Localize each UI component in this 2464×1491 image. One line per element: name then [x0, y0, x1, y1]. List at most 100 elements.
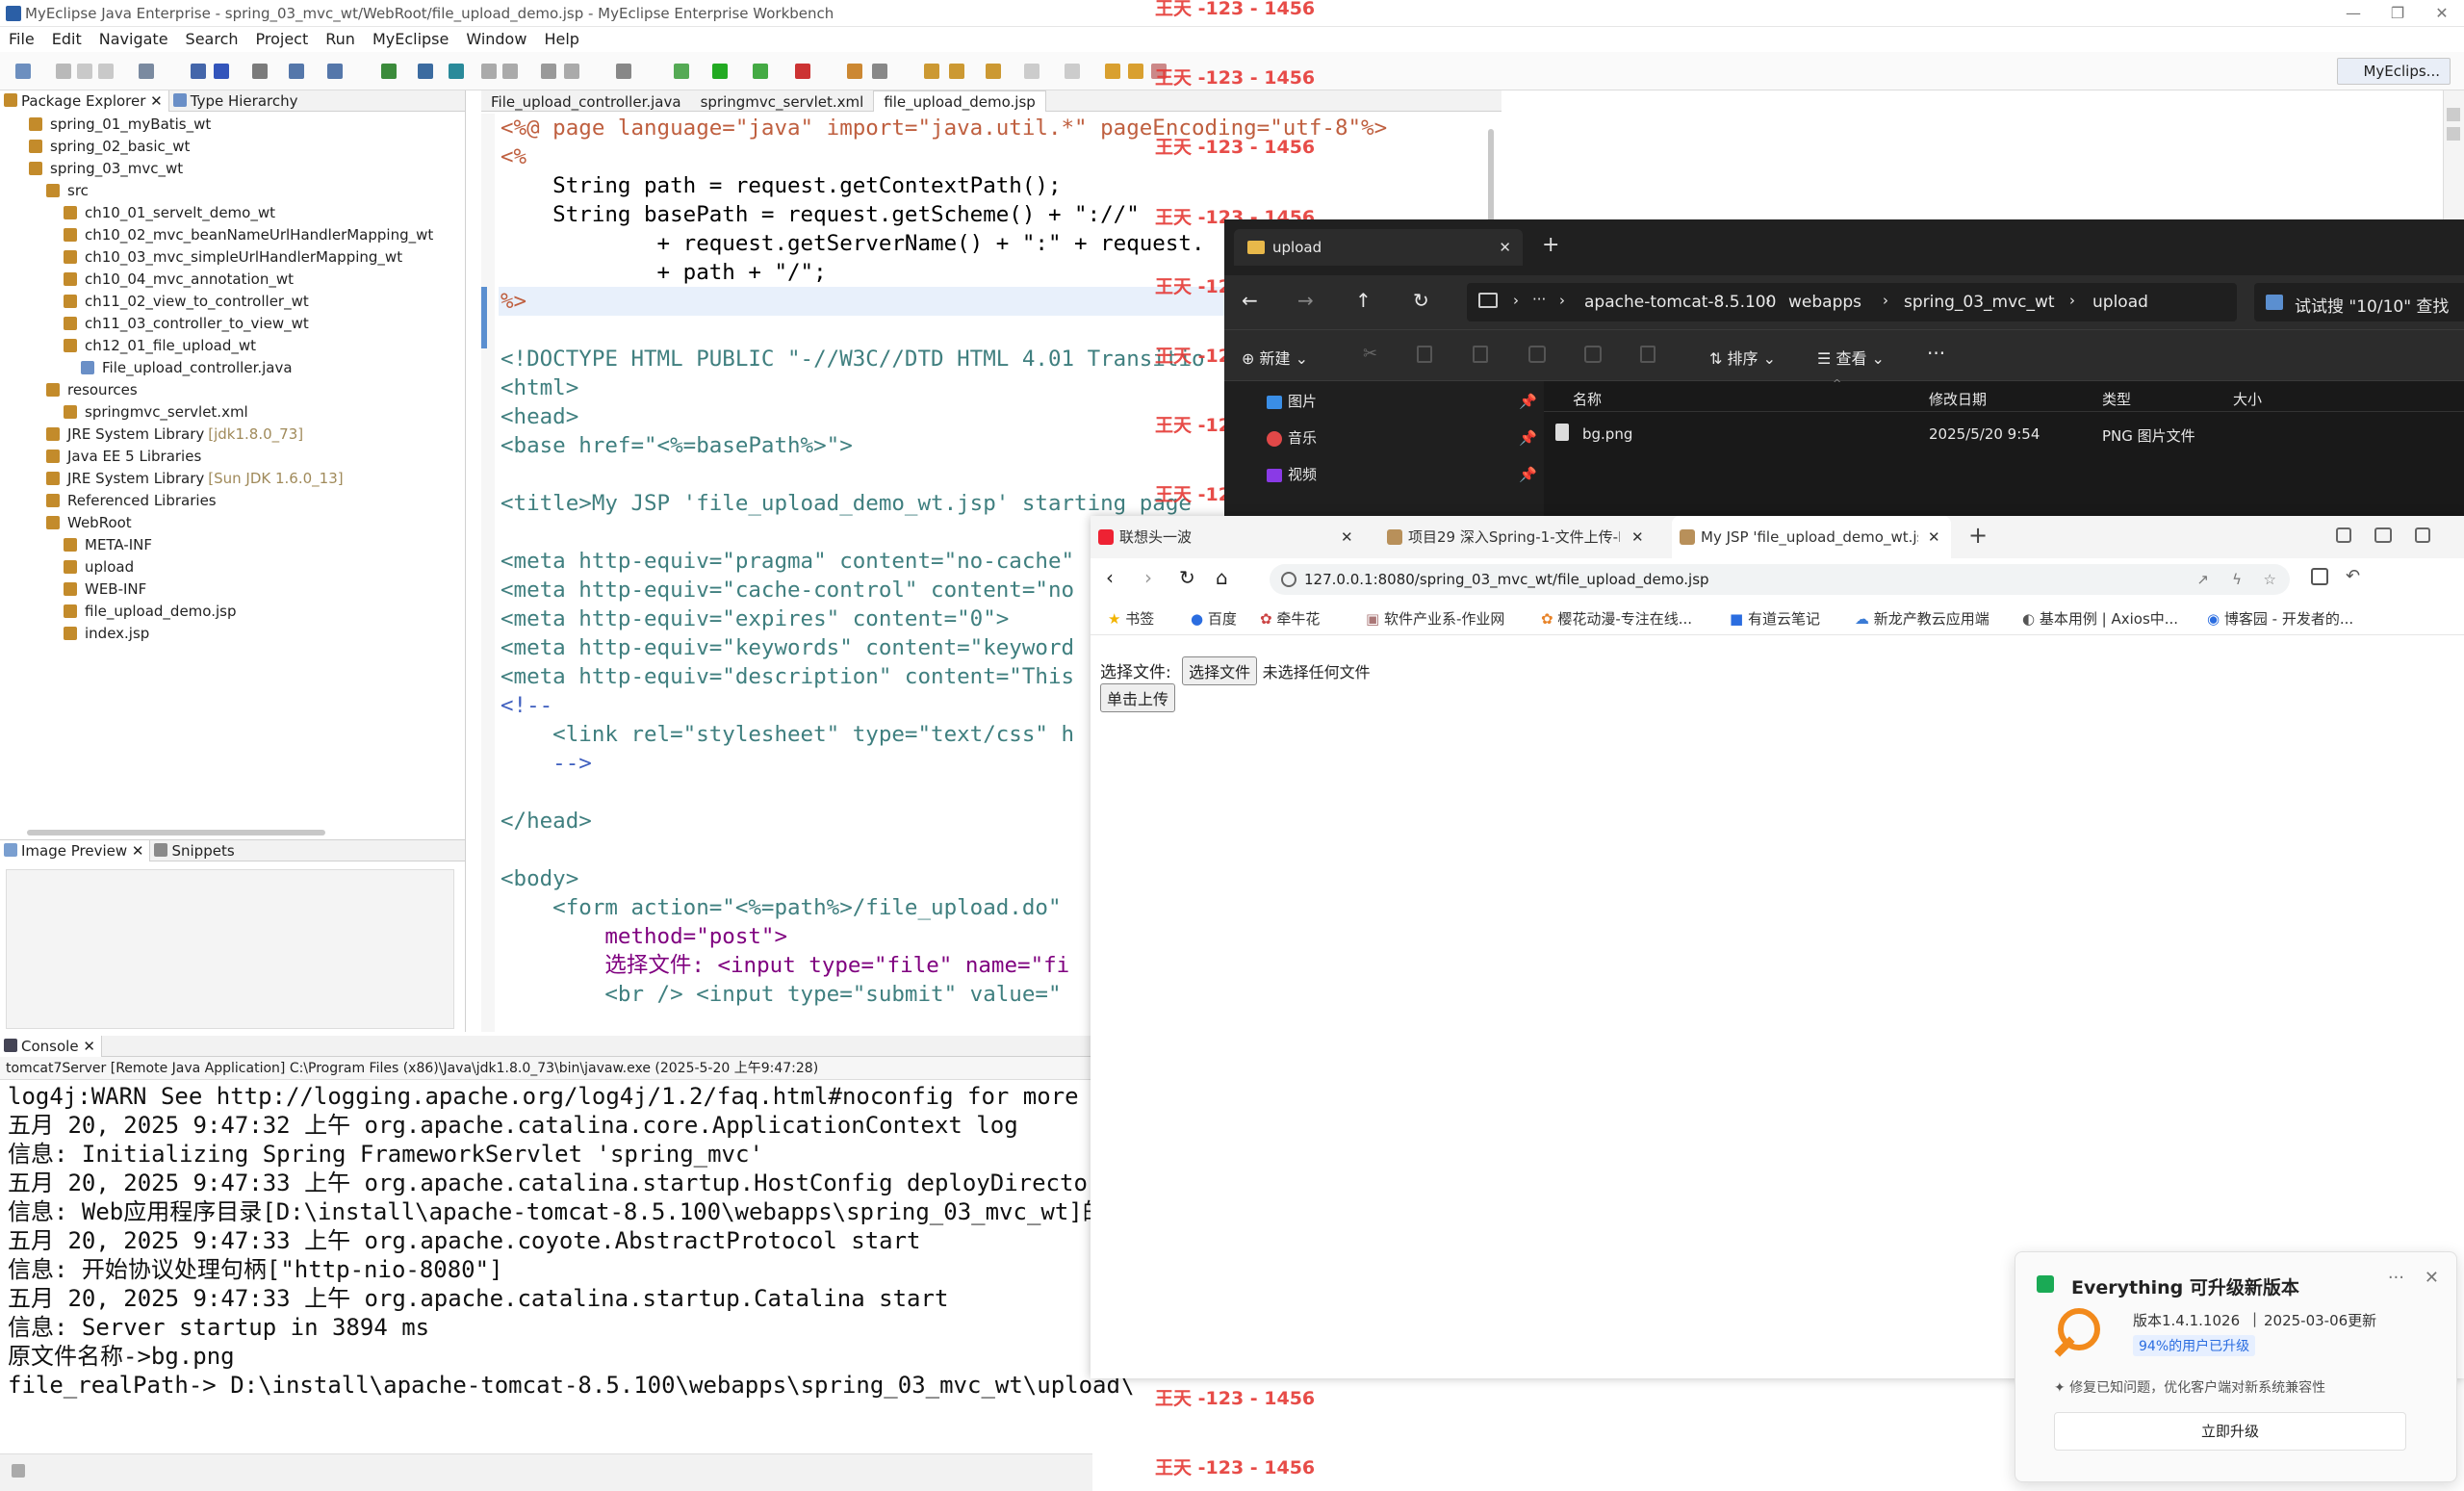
bookmark-homework[interactable]: ▣ 软件产业系-作业网	[1366, 608, 1504, 629]
undo-icon[interactable]: ↶	[2346, 566, 2360, 586]
browser-tab-2[interactable]: 项目29 深入Spring-1-文件上传-I ✕	[1379, 516, 1658, 558]
delete-icon[interactable]	[1640, 346, 1656, 363]
search-box[interactable]: 试试搜 "10/10" 查找	[2254, 283, 2464, 321]
annotation-icon[interactable]	[1024, 64, 1040, 79]
tab-close-icon[interactable]: ✕	[1928, 516, 1940, 558]
crumb-webapps[interactable]: webapps	[1788, 293, 1861, 312]
profile-icon[interactable]	[753, 64, 768, 79]
tree-item[interactable]: File_upload_controller.java	[0, 357, 465, 379]
tab-console[interactable]: Console ✕	[0, 1036, 102, 1057]
tree-item[interactable]: JRE System Library [jdk1.8.0_73]	[0, 424, 465, 446]
menu-edit[interactable]: Edit	[43, 27, 90, 52]
file-row[interactable]: bg.png 2025/5/20 9:54 PNG 图片文件	[1544, 420, 2464, 449]
col-date[interactable]: 修改日期	[1929, 389, 1987, 409]
debug-icon[interactable]	[674, 64, 689, 79]
col-name[interactable]: 名称	[1573, 389, 1602, 409]
tree-item[interactable]: ch10_01_servelt_demo_wt	[0, 202, 465, 224]
nav-item-music[interactable]: 音乐	[1267, 427, 1317, 448]
sort-button[interactable]: ⇅ 排序 ⌄	[1709, 346, 1776, 369]
outline-icon[interactable]	[2447, 127, 2460, 141]
nav-item-videos[interactable]: 视频	[1267, 464, 1317, 484]
back-icon[interactable]	[1105, 64, 1120, 79]
col-size[interactable]: 大小	[2233, 389, 2262, 409]
globe-icon[interactable]	[449, 64, 464, 79]
tree-item[interactable]: springmvc_servlet.xml	[0, 401, 465, 424]
more-icon[interactable]: ···	[2388, 1268, 2404, 1288]
search-icon[interactable]	[252, 64, 268, 79]
tree-item[interactable]: ch10_03_mvc_simpleUrlHandlerMapping_wt	[0, 246, 465, 269]
new-icon[interactable]	[15, 64, 31, 79]
tree-item[interactable]: WEB-INF	[0, 578, 465, 601]
server-start-icon[interactable]	[847, 64, 862, 79]
tree-item[interactable]: ch10_02_mvc_beanNameUrlHandlerMapping_wt	[0, 224, 465, 246]
refresh-icon[interactable]: ↻	[1413, 289, 1429, 312]
tree-item[interactable]: WebRoot	[0, 512, 465, 534]
deploy-icon[interactable]	[214, 64, 229, 79]
reload-icon[interactable]: ↻	[1179, 566, 1195, 589]
breadcrumb[interactable]: › ··· › apache-tomcat-8.5.100 › webapps …	[1467, 283, 2237, 321]
maximize-icon[interactable]: ❐	[2375, 0, 2420, 27]
layout-icon[interactable]	[541, 64, 556, 79]
up-arrow-icon[interactable]: ↑	[1355, 289, 1372, 312]
console-output[interactable]: log4j:WARN See http://logging.apache.org…	[8, 1082, 1134, 1400]
tree-item[interactable]: spring_03_mvc_wt	[0, 158, 465, 180]
bookmark-xinlong[interactable]: ☁ 新龙产教云应用端	[1855, 608, 1989, 629]
pin-icon[interactable]: 📌	[1519, 393, 1537, 410]
tree-item[interactable]: ch11_02_view_to_controller_wt	[0, 291, 465, 313]
bookmark-axios[interactable]: ◐ 基本用例 | Axios中...	[2022, 608, 2178, 629]
browser-tab-active[interactable]: My JSP 'file_upload_demo_wt.js ✕	[1672, 516, 1951, 558]
print-icon[interactable]	[98, 64, 114, 79]
open-folder-icon[interactable]	[924, 64, 939, 79]
more-icon[interactable]: ···	[1532, 291, 1546, 308]
col-type[interactable]: 类型	[2102, 389, 2131, 409]
file-explorer-tab[interactable]: upload ✕	[1234, 229, 1523, 266]
view-button[interactable]: ☰ 查看 ⌄	[1817, 346, 1885, 369]
lightning-icon[interactable]: ϟ	[2232, 564, 2242, 595]
tree-item[interactable]: JRE System Library [Sun JDK 1.6.0_13]	[0, 468, 465, 490]
pencil-icon[interactable]	[949, 64, 964, 79]
tree-item[interactable]: Java EE 5 Libraries	[0, 446, 465, 468]
tree-item[interactable]: ch12_01_file_upload_wt	[0, 335, 465, 357]
editor-tab-controller[interactable]: File_upload_controller.java	[481, 91, 691, 113]
crumb-upload[interactable]: upload	[2092, 293, 2148, 312]
browser-tab-1[interactable]: 联想头一波 ✕	[1091, 516, 1370, 558]
tree-item[interactable]: spring_02_basic_wt	[0, 136, 465, 158]
tab-close-icon[interactable]: ✕	[1499, 229, 1511, 266]
menu-window[interactable]: Window	[457, 27, 535, 52]
tab-package-explorer[interactable]: Package Explorer ✕	[0, 90, 169, 112]
more-options-icon[interactable]: ···	[1927, 342, 1945, 365]
crumb-project[interactable]: spring_03_mvc_wt	[1904, 293, 2055, 312]
web-service-icon[interactable]	[289, 64, 304, 79]
close-icon[interactable]: ✕	[2425, 1268, 2439, 1288]
extension-icon[interactable]	[2374, 527, 2392, 543]
open-type-icon[interactable]	[139, 64, 154, 79]
terminal-icon[interactable]	[616, 64, 631, 79]
external-tools-icon[interactable]	[795, 64, 810, 79]
tree-item[interactable]: ch10_04_mvc_annotation_wt	[0, 269, 465, 291]
save-icon[interactable]	[56, 64, 71, 79]
upgrade-button[interactable]: 立即升级	[2054, 1412, 2406, 1451]
new-project-icon[interactable]	[381, 64, 397, 79]
edit-icon[interactable]	[481, 64, 497, 79]
status-icon[interactable]	[12, 1464, 25, 1478]
horizontal-scrollbar[interactable]	[27, 830, 325, 835]
menu-file[interactable]: File	[0, 27, 43, 52]
tree-item[interactable]: src	[0, 180, 465, 202]
tree-item[interactable]: upload	[0, 556, 465, 578]
minimize-icon[interactable]: —	[2331, 0, 2375, 27]
extensions-icon[interactable]	[2311, 568, 2328, 585]
tree-item[interactable]: Referenced Libraries	[0, 490, 465, 512]
menu-project[interactable]: Project	[247, 27, 318, 52]
tab-close-icon[interactable]: ✕	[1631, 516, 1644, 558]
tab-search-icon[interactable]	[2336, 527, 2351, 543]
tab-close-icon[interactable]: ✕	[1341, 516, 1353, 558]
restore-icon[interactable]	[2447, 108, 2460, 121]
star-icon[interactable]: ☆	[2264, 564, 2276, 595]
bookmark-baidu[interactable]: ● 百度	[1191, 608, 1237, 629]
close-icon[interactable]: ✕	[2420, 0, 2464, 27]
tree-item[interactable]: META-INF	[0, 534, 465, 556]
next-annotation-icon[interactable]	[1065, 64, 1080, 79]
editor-tab-jsp[interactable]: file_upload_demo.jsp	[873, 90, 1046, 112]
forward-arrow-icon[interactable]: →	[1297, 289, 1314, 312]
new-package-icon[interactable]	[418, 64, 433, 79]
